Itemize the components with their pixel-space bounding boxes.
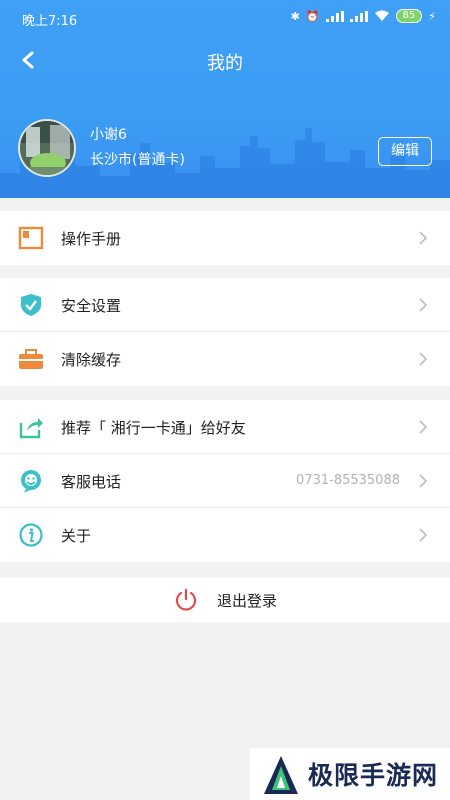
title-bar: 我的 — [0, 42, 450, 78]
menu-group-3: 推荐「 湘行一卡通」给好友 客服电话 0731-85535088 关于 — [0, 400, 450, 562]
menu-item-clear-cache[interactable]: 清除缓存 — [0, 332, 450, 386]
user-name: 小谢6 — [90, 127, 127, 143]
menu-item-label: 推荐「 湘行一卡通」给好友 — [61, 419, 246, 437]
chevron-right-icon — [419, 298, 428, 312]
status-time: 晚上7:16 — [22, 14, 78, 29]
status-bar: 晚上7:16 ✱ ⏰ 85 ⚡ — [0, 0, 450, 36]
share-icon — [19, 418, 43, 439]
menu-item-label: 关于 — [61, 527, 92, 545]
user-city-card: 长沙市(普通卡) — [90, 152, 185, 168]
chevron-right-icon — [419, 420, 428, 434]
customer-service-icon — [21, 470, 41, 493]
shield-icon — [21, 294, 41, 316]
info-icon — [19, 523, 43, 547]
watermark: 极限手游网 — [250, 748, 450, 800]
chevron-right-icon — [419, 231, 428, 245]
watermark-logo-icon — [264, 756, 298, 794]
status-icons: ✱ ⏰ 85 ⚡ — [291, 9, 436, 23]
menu-item-security[interactable]: 安全设置 — [0, 278, 450, 332]
menu-item-label: 客服电话 — [61, 473, 122, 491]
menu-item-about[interactable]: 关于 — [0, 508, 450, 562]
alarm-icon: ⏰ — [305, 9, 320, 23]
menu-item-label: 清除缓存 — [61, 351, 122, 369]
manual-icon — [18, 226, 44, 250]
menu-group-2: 安全设置 清除缓存 — [0, 278, 450, 386]
bluetooth-icon: ✱ — [290, 9, 300, 23]
menu-item-label: 操作手册 — [61, 230, 122, 248]
logout-label: 退出登录 — [217, 592, 278, 610]
menu-item-customer-service[interactable]: 客服电话 0731-85535088 — [0, 454, 450, 508]
signal-icon — [325, 10, 344, 22]
briefcase-icon — [19, 349, 43, 369]
battery-indicator: 85 — [395, 9, 423, 23]
menu-group-1: 操作手册 — [0, 211, 450, 265]
signal-icon-2 — [349, 10, 368, 22]
logout-button[interactable]: 退出登录 — [0, 578, 450, 622]
wifi-icon — [374, 10, 389, 21]
power-icon — [175, 588, 197, 611]
charging-icon: ⚡ — [428, 9, 436, 23]
customer-service-phone: 0731-85535088 — [296, 473, 400, 488]
chevron-right-icon — [419, 474, 428, 488]
page-title: 我的 — [207, 53, 243, 74]
edit-profile-button[interactable]: 编辑 — [378, 137, 432, 166]
menu-item-manual[interactable]: 操作手册 — [0, 211, 450, 265]
menu-item-label: 安全设置 — [61, 297, 122, 315]
avatar[interactable] — [18, 119, 76, 177]
chevron-right-icon — [419, 352, 428, 366]
watermark-text: 极限手游网 — [308, 761, 439, 790]
menu-item-recommend[interactable]: 推荐「 湘行一卡通」给好友 — [0, 400, 450, 454]
chevron-right-icon — [419, 528, 428, 542]
